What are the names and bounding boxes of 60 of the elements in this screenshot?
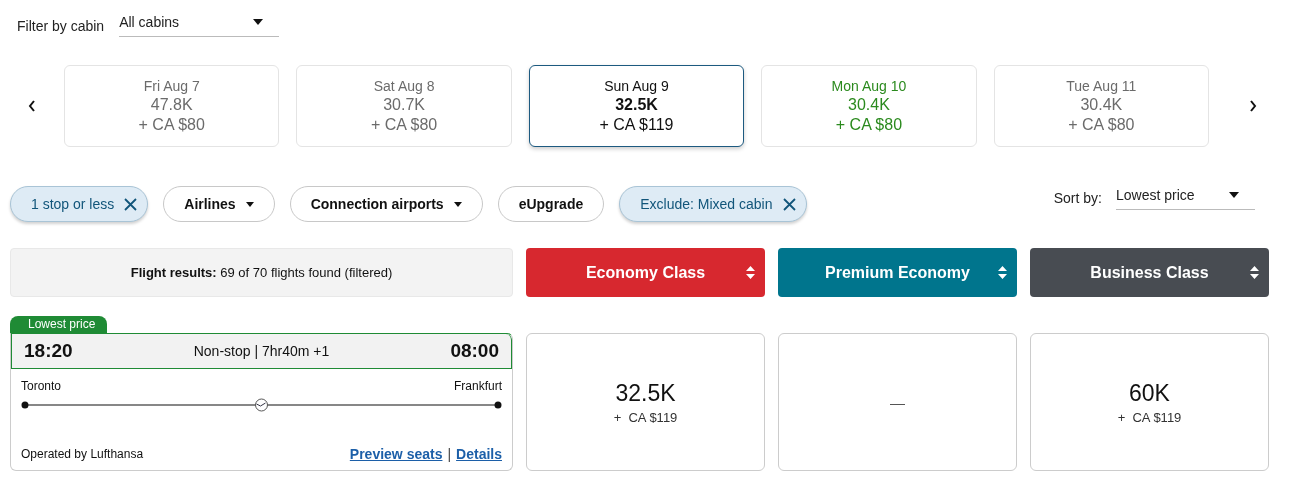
date-label: Mon Aug 10 bbox=[831, 78, 907, 94]
fare-points: 32.5K bbox=[615, 379, 676, 407]
operator-text: Operated by Lufthansa bbox=[21, 447, 144, 461]
preview-seats-link[interactable]: Preview seats bbox=[349, 446, 443, 462]
sort-icon bbox=[746, 265, 755, 280]
details-link[interactable]: Details bbox=[456, 446, 502, 462]
origin-city: Toronto bbox=[21, 379, 62, 393]
unavailable-dash: — bbox=[890, 393, 905, 411]
date-card[interactable]: Sat Aug 8 30.7K + CA $80 bbox=[296, 65, 512, 147]
filter-chip[interactable]: Connection airports bbox=[289, 186, 483, 222]
cabin-header[interactable]: Business Class bbox=[1030, 248, 1269, 297]
close-icon bbox=[124, 197, 138, 211]
arrival-time: 08:00 bbox=[450, 340, 499, 362]
fee-price: + CA $80 bbox=[1068, 116, 1135, 134]
results-summary: Flight results: 69 of 70 flights found (filtered) bbox=[10, 248, 513, 297]
caret-icon bbox=[453, 201, 462, 207]
caret-icon bbox=[253, 19, 264, 25]
date-label: Sun Aug 9 bbox=[604, 78, 669, 94]
fare-fee: + CA $119 bbox=[613, 409, 678, 425]
date-label: Tue Aug 11 bbox=[1066, 78, 1137, 94]
date-label: Fri Aug 7 bbox=[143, 78, 200, 94]
date-card[interactable]: Tue Aug 11 30.4K + CA $80 bbox=[993, 65, 1210, 147]
date-label: Sat Aug 8 bbox=[373, 78, 435, 94]
date-card[interactable]: Fri Aug 7 47.8K + CA $80 bbox=[64, 65, 280, 147]
destination-city: Frankfurt bbox=[454, 379, 502, 393]
flight-summary: Non-stop | 7hr40m +1 bbox=[193, 343, 330, 359]
caret-icon bbox=[1229, 191, 1239, 198]
close-icon bbox=[782, 197, 796, 211]
fee-price: + CA $80 bbox=[138, 116, 205, 134]
fee-price: + CA $119 bbox=[599, 116, 674, 134]
points-price: 30.7K bbox=[383, 96, 425, 114]
fare-fee: + CA $119 bbox=[1117, 409, 1182, 425]
fee-price: + CA $80 bbox=[835, 116, 903, 134]
fare-card[interactable]: — bbox=[778, 333, 1017, 471]
points-price: 30.4K bbox=[848, 96, 890, 114]
cabin-header[interactable]: Premium Economy bbox=[778, 248, 1017, 297]
cabin-header[interactable]: Economy Class bbox=[526, 248, 765, 297]
filter-label: Filter by cabin bbox=[17, 17, 105, 34]
points-price: 32.5K bbox=[615, 96, 658, 114]
points-price: 47.8K bbox=[150, 96, 193, 114]
filter-chip[interactable]: Exclude: Mixed cabin bbox=[619, 186, 807, 222]
link-separator: | bbox=[447, 446, 452, 462]
filter-chip[interactable]: 1 stop or less bbox=[10, 186, 149, 222]
points-price: 30.4K bbox=[1080, 96, 1123, 114]
cabin-select[interactable]: All cabins bbox=[119, 14, 280, 37]
fare-card[interactable]: 32.5K + CA $119 bbox=[526, 333, 765, 471]
fare-card[interactable]: 60K + CA $119 bbox=[1030, 333, 1269, 471]
fee-price: + CA $80 bbox=[370, 116, 438, 134]
date-card[interactable]: Mon Aug 10 30.4K + CA $80 bbox=[761, 65, 977, 147]
departure-time: 18:20 bbox=[24, 340, 73, 362]
sort-icon bbox=[998, 265, 1007, 280]
sort-icon bbox=[1250, 265, 1259, 280]
filter-chip[interactable]: Airlines bbox=[163, 186, 275, 222]
fare-points: 60K bbox=[1129, 379, 1170, 407]
sort-select[interactable]: Lowest price bbox=[1116, 186, 1255, 210]
lowest-price-badge: Lowest price bbox=[10, 316, 108, 333]
filter-chip[interactable]: eUpgrade bbox=[497, 186, 605, 222]
caret-icon bbox=[245, 201, 254, 207]
sort-label: Sort by: bbox=[1053, 190, 1102, 206]
date-card[interactable]: Sun Aug 9 32.5K + CA $119 bbox=[528, 65, 745, 147]
